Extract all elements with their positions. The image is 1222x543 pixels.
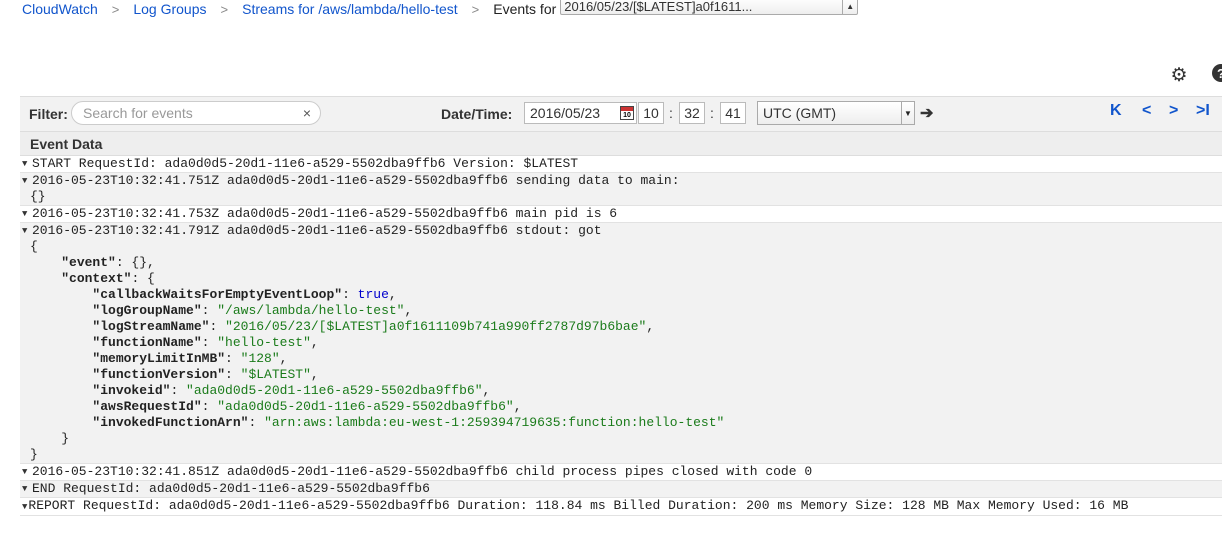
events-toolbar: Filter: Search for events × Date/Time: 2…: [20, 96, 1222, 131]
json-field: "logStreamName": "2016/05/23/[$LATEST]a0…: [92, 319, 655, 334]
event-data-header: Event Data: [20, 131, 1222, 156]
event-message: START RequestId: ada0d0d5-20d1-11e6-a529…: [32, 156, 579, 171]
minute-value: 32: [684, 105, 700, 121]
gear-icon[interactable]: ⚙: [1168, 64, 1190, 86]
events-list: ▼ START RequestId: ada0d0d5-20d1-11e6-a52…: [20, 156, 1222, 516]
caret-down-icon[interactable]: ▼: [22, 223, 27, 239]
json-field: "callbackWaitsForEmptyEventLoop": true,: [92, 287, 397, 302]
caret-down-icon[interactable]: ▼: [22, 481, 27, 497]
event-message: 2016-05-23T10:32:41.753Z ada0d0d5-20d1-1…: [32, 206, 618, 221]
event-message: REPORT RequestId: ada0d0d5-20d1-11e6-a52…: [28, 498, 1129, 513]
log-stream-select-value: 2016/05/23/[$LATEST]a0f1611...: [564, 0, 753, 14]
filter-placeholder: Search for events: [83, 105, 193, 121]
event-row[interactable]: ▼ 2016-05-23T10:32:41.751Z ada0d0d5-20d1-…: [20, 173, 1222, 206]
json-field: "functionName": "hello-test",: [92, 335, 319, 350]
event-row[interactable]: ▼ START RequestId: ada0d0d5-20d1-11e6-a52…: [20, 156, 1222, 173]
json-field: "invokeid": "ada0d0d5-20d1-11e6-a529-550…: [92, 383, 491, 398]
timezone-value: UTC (GMT): [763, 105, 837, 121]
json-payload: { "event": {}, "context": { "callbackWai…: [30, 239, 725, 462]
caret-down-icon[interactable]: ▼: [22, 156, 27, 172]
event-row[interactable]: ▼ 2016-05-23T10:32:41.791Z ada0d0d5-20d1-…: [20, 223, 1222, 464]
prev-page-icon[interactable]: <: [1142, 102, 1151, 120]
event-row[interactable]: ▼ END RequestId: ada0d0d5-20d1-11e6-a529-…: [20, 481, 1222, 498]
caret-down-icon[interactable]: ▼: [22, 502, 27, 512]
chevron-down-icon: ▲: [842, 0, 857, 14]
event-row[interactable]: ▼ 2016-05-23T10:32:41.753Z ada0d0d5-20d1-…: [20, 206, 1222, 223]
json-field: "awsRequestId": "ada0d0d5-20d1-11e6-a529…: [92, 399, 522, 414]
time-separator: :: [669, 105, 673, 121]
second-input[interactable]: 41: [720, 102, 746, 124]
event-row[interactable]: ▼REPORT RequestId: ada0d0d5-20d1-11e6-a5…: [20, 498, 1222, 516]
next-page-icon[interactable]: >: [1169, 102, 1178, 120]
calendar-icon[interactable]: 10: [620, 106, 634, 120]
last-page-icon[interactable]: >I: [1196, 102, 1210, 120]
event-message: END RequestId: ada0d0d5-20d1-11e6-a529-5…: [32, 481, 430, 496]
json-field: "logGroupName": "/aws/lambda/hello-test"…: [92, 303, 413, 318]
chevron-down-icon: ▼: [901, 102, 914, 124]
breadcrumb-log-groups-link[interactable]: Log Groups: [133, 1, 206, 17]
go-arrow-icon[interactable]: ➔: [920, 103, 933, 123]
clear-filter-icon[interactable]: ×: [303, 105, 311, 121]
json-field: "invokedFunctionArn": "arn:aws:lambda:eu…: [92, 415, 725, 430]
hour-value: 10: [643, 105, 659, 121]
event-body: {}: [30, 189, 46, 204]
breadcrumb-separator: >: [220, 1, 229, 17]
breadcrumb-streams-link[interactable]: Streams for /aws/lambda/hello-test: [242, 1, 458, 17]
help-icon[interactable]: ?: [1212, 64, 1222, 82]
date-input[interactable]: 2016/05/23 10: [524, 102, 637, 124]
second-value: 41: [725, 105, 741, 121]
event-message: 2016-05-23T10:32:41.851Z ada0d0d5-20d1-1…: [32, 464, 813, 479]
json-field: "functionVersion": "$LATEST",: [92, 367, 319, 382]
hour-input[interactable]: 10: [638, 102, 664, 124]
page-actions: ⚙ ?: [1168, 64, 1222, 86]
breadcrumb-separator: >: [471, 1, 480, 17]
date-value: 2016/05/23: [530, 105, 601, 121]
json-field: "memoryLimitInMB": "128",: [92, 351, 288, 366]
event-message: 2016-05-23T10:32:41.791Z ada0d0d5-20d1-1…: [32, 223, 602, 238]
caret-down-icon[interactable]: ▼: [22, 173, 27, 189]
event-message: 2016-05-23T10:32:41.751Z ada0d0d5-20d1-1…: [32, 173, 680, 188]
breadcrumb-events-label: Events for: [493, 1, 557, 17]
timezone-select[interactable]: UTC (GMT) ▼: [757, 101, 915, 125]
event-row[interactable]: ▼ 2016-05-23T10:32:41.851Z ada0d0d5-20d1-…: [20, 464, 1222, 481]
breadcrumb: CloudWatch > Log Groups > Streams for /a…: [0, 0, 1222, 18]
filter-search-input[interactable]: Search for events ×: [71, 101, 321, 125]
time-separator: :: [710, 105, 714, 121]
breadcrumb-separator: >: [111, 1, 120, 17]
log-stream-select[interactable]: 2016/05/23/[$LATEST]a0f1611... ▲: [560, 0, 859, 15]
filter-label: Filter:: [29, 106, 68, 122]
breadcrumb-cloudwatch-link[interactable]: CloudWatch: [22, 1, 98, 17]
datetime-label: Date/Time:: [441, 106, 513, 122]
minute-input[interactable]: 32: [679, 102, 705, 124]
caret-down-icon[interactable]: ▼: [22, 464, 27, 480]
caret-down-icon[interactable]: ▼: [22, 206, 27, 222]
first-page-icon[interactable]: K: [1110, 102, 1122, 120]
